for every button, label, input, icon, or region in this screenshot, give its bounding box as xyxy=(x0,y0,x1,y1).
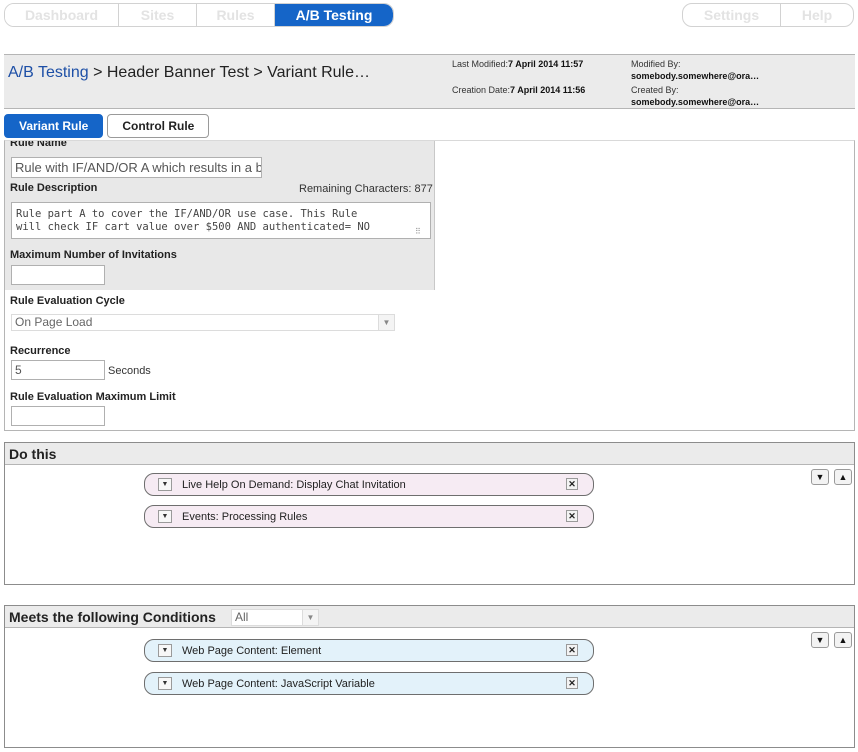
rule-tabs: Variant Rule Control Rule xyxy=(4,114,210,138)
page-header: A/B Testing > Header Banner Test > Varia… xyxy=(4,54,855,109)
conditions-section: Meets the following Conditions All ▼ ▼ ▲… xyxy=(4,605,855,748)
condition-label: Web Page Content: Element xyxy=(182,645,322,657)
chevron-down-icon[interactable]: ▼ xyxy=(158,644,172,657)
breadcrumb-trail: > Header Banner Test > Variant Rule… xyxy=(88,64,370,81)
move-up-icon[interactable]: ▲ xyxy=(834,469,852,485)
condition-match-select[interactable]: All ▼ xyxy=(231,609,319,626)
close-icon[interactable]: ✕ xyxy=(566,644,578,656)
tab-control-rule[interactable]: Control Rule xyxy=(107,114,210,138)
eval-cycle-select[interactable]: On Page Load ▼ xyxy=(11,314,395,331)
action-label: Events: Processing Rules xyxy=(182,511,308,523)
max-invitations-label: Maximum Number of Invitations xyxy=(10,249,177,261)
tab-variant-rule[interactable]: Variant Rule xyxy=(4,114,104,138)
action-item[interactable]: ▼ Live Help On Demand: Display Chat Invi… xyxy=(144,473,594,496)
resize-grip-icon[interactable]: ⠿ xyxy=(415,227,421,236)
rule-description-label: Rule Description xyxy=(10,182,98,194)
modified-by-label: Modified By: xyxy=(631,59,681,69)
rule-name-label: Rule Name xyxy=(10,140,67,149)
nav-tab-dashboard[interactable]: Dashboard xyxy=(5,4,119,26)
action-item[interactable]: ▼ Events: Processing Rules ✕ xyxy=(144,505,594,528)
creation-date-label: Creation Date: xyxy=(452,85,511,95)
chevron-down-icon[interactable]: ▼ xyxy=(158,510,172,523)
nav-tab-ab-testing[interactable]: A/B Testing xyxy=(275,4,393,26)
recurrence-input[interactable]: 5 xyxy=(11,360,105,380)
chevron-down-icon[interactable]: ▼ xyxy=(158,677,172,690)
rule-description-textarea[interactable]: Rule part A to cover the IF/AND/OR use c… xyxy=(11,202,431,239)
recurrence-unit: Seconds xyxy=(108,365,151,377)
max-limit-input[interactable] xyxy=(11,406,105,426)
max-limit-label: Rule Evaluation Maximum Limit xyxy=(10,391,176,403)
nav-tab-rules[interactable]: Rules xyxy=(197,4,275,26)
max-invitations-input[interactable] xyxy=(11,265,105,285)
nav-tab-sites[interactable]: Sites xyxy=(119,4,197,26)
conditions-title: Meets the following Conditions xyxy=(9,609,216,625)
move-up-icon[interactable]: ▲ xyxy=(834,632,852,648)
action-label: Live Help On Demand: Display Chat Invita… xyxy=(182,479,406,491)
rule-name-input[interactable]: Rule with IF/AND/OR A which results in a… xyxy=(11,157,262,178)
last-modified-label: Last Modified: xyxy=(452,59,509,69)
chevron-down-icon[interactable]: ▼ xyxy=(158,478,172,491)
creation-date-value: 7 April 2014 11:56 xyxy=(510,85,586,95)
last-modified: Last Modified:7 April 2014 11:57 xyxy=(452,59,583,69)
close-icon[interactable]: ✕ xyxy=(566,677,578,689)
nav-settings[interactable]: Settings xyxy=(683,4,781,26)
remaining-characters: Remaining Characters: 877 xyxy=(299,183,433,195)
creation-date: Creation Date:7 April 2014 11:56 xyxy=(452,85,585,95)
eval-cycle-value: On Page Load xyxy=(15,315,93,329)
do-this-title: Do this xyxy=(9,446,57,462)
main-nav: Dashboard Sites Rules A/B Testing xyxy=(4,3,394,27)
move-down-icon[interactable]: ▼ xyxy=(811,632,829,648)
nav-help[interactable]: Help xyxy=(781,4,853,26)
utility-nav: Settings Help xyxy=(682,3,854,27)
modified-by-value: somebody.somewhere@ora… xyxy=(631,71,760,81)
close-icon[interactable]: ✕ xyxy=(566,510,578,522)
move-down-icon[interactable]: ▼ xyxy=(811,469,829,485)
condition-item[interactable]: ▼ Web Page Content: JavaScript Variable … xyxy=(144,672,594,695)
chevron-down-icon[interactable]: ▼ xyxy=(302,610,318,625)
conditions-header: Meets the following Conditions All ▼ xyxy=(5,606,854,628)
condition-match-value: All xyxy=(235,610,249,624)
do-this-section: Do this ▼ ▲ ▼ Live Help On Demand: Displ… xyxy=(4,442,855,585)
created-by-label: Created By: xyxy=(631,85,679,95)
close-icon[interactable]: ✕ xyxy=(566,478,578,490)
breadcrumb-link-ab-testing[interactable]: A/B Testing xyxy=(8,64,89,81)
recurrence-label: Recurrence xyxy=(10,345,71,357)
condition-label: Web Page Content: JavaScript Variable xyxy=(182,678,375,690)
chevron-down-icon[interactable]: ▼ xyxy=(378,315,394,330)
created-by-value: somebody.somewhere@ora… xyxy=(631,97,760,107)
condition-item[interactable]: ▼ Web Page Content: Element ✕ xyxy=(144,639,594,662)
rule-form: Rule Name Rule with IF/AND/OR A which re… xyxy=(4,140,855,431)
rule-details-box: Rule Name Rule with IF/AND/OR A which re… xyxy=(5,141,435,290)
last-modified-value: 7 April 2014 11:57 xyxy=(508,59,584,69)
breadcrumb: A/B Testing > Header Banner Test > Varia… xyxy=(8,64,370,82)
do-this-header: Do this xyxy=(5,443,854,465)
eval-cycle-label: Rule Evaluation Cycle xyxy=(10,295,125,307)
